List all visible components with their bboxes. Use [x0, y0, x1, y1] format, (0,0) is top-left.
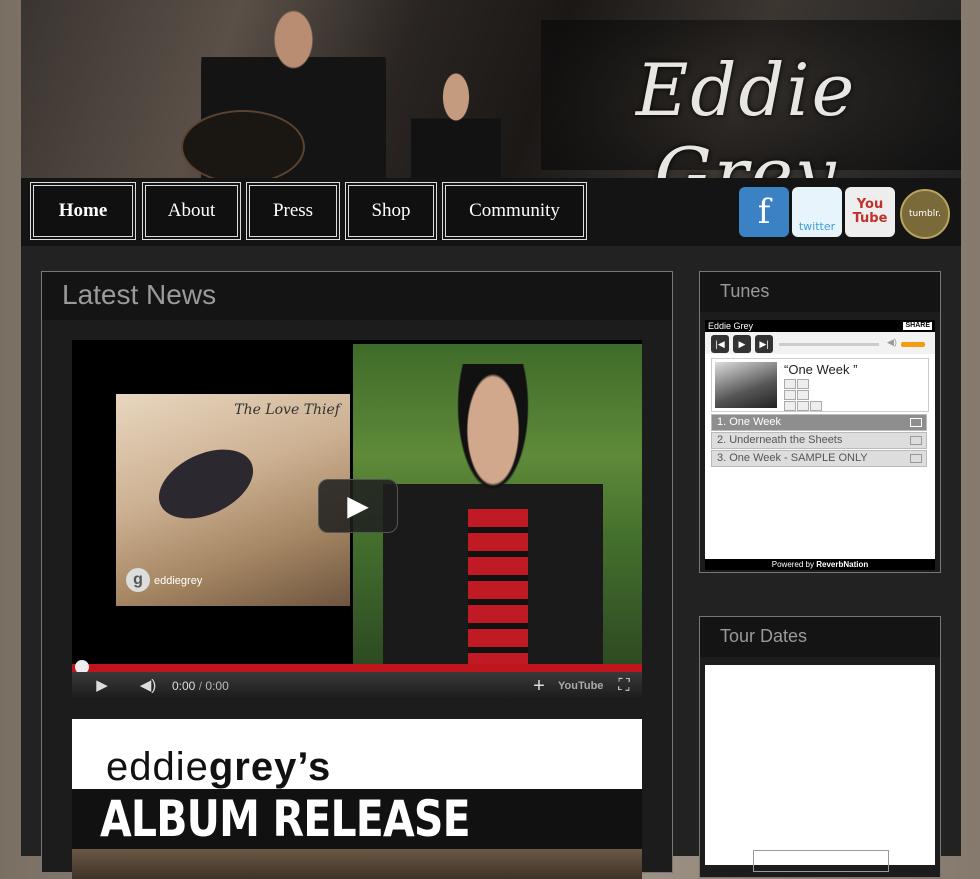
header-photo-bandmate [411, 70, 501, 178]
track-cover [715, 362, 777, 408]
track-options-icon[interactable] [910, 454, 922, 463]
album-cover: The Love Thief g eddiegrey [116, 394, 350, 606]
nav-item-about[interactable]: About [142, 182, 241, 240]
play-icon[interactable]: ▶ [733, 335, 751, 353]
fullscreen-icon[interactable]: ⛶ [610, 672, 638, 700]
next-icon[interactable]: ▶| [755, 335, 773, 353]
tour-dates-widget [705, 665, 935, 872]
time-separator: / [198, 679, 203, 693]
header-photo-guitar [181, 110, 305, 178]
nav-item-community[interactable]: Community [442, 182, 587, 240]
page-wrapper: Eddie Grey Home About Press Shop Communi… [21, 0, 961, 879]
facebook-icon[interactable]: f [739, 187, 789, 237]
facebook-share-icon[interactable] [784, 390, 796, 400]
volume-icon[interactable]: ◀) [130, 672, 166, 700]
play-icon[interactable]: ▶ [82, 672, 122, 700]
powered-by-prefix: Powered by [771, 560, 814, 569]
track-label: 1. One Week [717, 416, 781, 428]
youtube-logo[interactable]: YouTube [558, 672, 603, 700]
nav-item-home[interactable]: Home [30, 182, 136, 240]
cart-icon[interactable] [810, 401, 822, 411]
banner-name-bold: grey’s [208, 745, 332, 789]
banner-headline: eddiegrey’s [106, 745, 331, 790]
email-icon[interactable] [797, 379, 809, 389]
panel-title: Tour Dates [700, 617, 940, 657]
volume-slider[interactable] [901, 342, 925, 347]
video-progress-bar[interactable] [72, 660, 642, 674]
track-options-icon[interactable] [910, 436, 922, 445]
now-playing: “One Week ” [711, 358, 929, 412]
album-logo-text: eddiegrey [154, 575, 203, 587]
player-seek-bar[interactable] [779, 343, 879, 346]
time-total: 0:00 [205, 679, 229, 693]
nav-item-shop[interactable]: Shop [345, 182, 437, 240]
track-list: 1. One Week 2. Underneath the Sheets 3. … [711, 414, 927, 468]
download-icon[interactable] [797, 401, 809, 411]
youtube-icon[interactable]: You Tube [845, 187, 895, 237]
latest-news-panel: Latest News The Love Thief g eddiegrey ▶ … [41, 271, 673, 879]
site-header: Eddie Grey [21, 0, 961, 178]
tumblr-icon[interactable]: tumblr. [900, 189, 950, 239]
info-icon[interactable] [784, 379, 796, 389]
powered-by[interactable]: Powered by ReverbNation [705, 559, 935, 570]
tour-dates-frame [753, 850, 889, 872]
nav-item-press[interactable]: Press [246, 182, 340, 240]
banner-name-light: eddie [106, 745, 209, 789]
main-nav: Home About Press Shop Community f twitte… [21, 178, 961, 246]
banner-photo-strip [72, 849, 642, 879]
embed-icon[interactable] [784, 401, 796, 411]
panel-title: Latest News [42, 272, 672, 320]
powered-by-brand: ReverbNation [816, 560, 869, 569]
music-player-widget: Eddie Grey SHARE |◀ ▶ ▶| ◀) “One Week ” [705, 320, 935, 570]
tour-dates-panel: Tour Dates [699, 616, 941, 878]
album-release-banner[interactable]: eddiegrey’s ALBUM RELEASE PARTY! [72, 719, 642, 879]
track-label: 2. Underneath the Sheets [717, 434, 843, 446]
player-controls: |◀ ▶ ▶| ◀) [705, 332, 935, 354]
track-label: 3. One Week - SAMPLE ONLY [717, 452, 868, 464]
track-options-icon[interactable] [910, 418, 922, 427]
video-controls: ▶ ◀) 0:00 / 0:00 + YouTube ⛶ [72, 672, 642, 700]
video-player[interactable]: The Love Thief g eddiegrey ▶ ▶ ◀) 0:00 / … [72, 340, 642, 700]
now-playing-title: “One Week ” [784, 362, 858, 377]
time-current: 0:00 [172, 679, 196, 693]
album-logo-mark: g [126, 568, 150, 592]
panel-title: Tunes [700, 272, 940, 312]
tunes-panel: Tunes Eddie Grey SHARE |◀ ▶ ▶| ◀) “One W… [699, 271, 941, 573]
share-button[interactable]: SHARE [903, 322, 932, 330]
player-artist: Eddie Grey [708, 321, 754, 331]
twitter-icon[interactable]: twitter [792, 187, 842, 237]
album-logo: g eddiegrey [126, 568, 202, 592]
time-display: 0:00 / 0:00 [172, 672, 229, 700]
interviewee [383, 364, 603, 664]
track-item[interactable]: 2. Underneath the Sheets [711, 432, 927, 449]
guitar-illustration [148, 435, 264, 533]
track-item[interactable]: 1. One Week [711, 414, 927, 431]
previous-icon[interactable]: |◀ [711, 335, 729, 353]
play-button[interactable]: ▶ [318, 479, 398, 533]
link-icon[interactable] [797, 390, 809, 400]
album-title: The Love Thief [234, 402, 340, 418]
track-item[interactable]: 3. One Week - SAMPLE ONLY [711, 450, 927, 467]
site-logo[interactable]: Eddie Grey [541, 48, 951, 178]
add-icon[interactable]: + [524, 672, 554, 700]
speaker-icon[interactable]: ◀) [887, 337, 897, 348]
